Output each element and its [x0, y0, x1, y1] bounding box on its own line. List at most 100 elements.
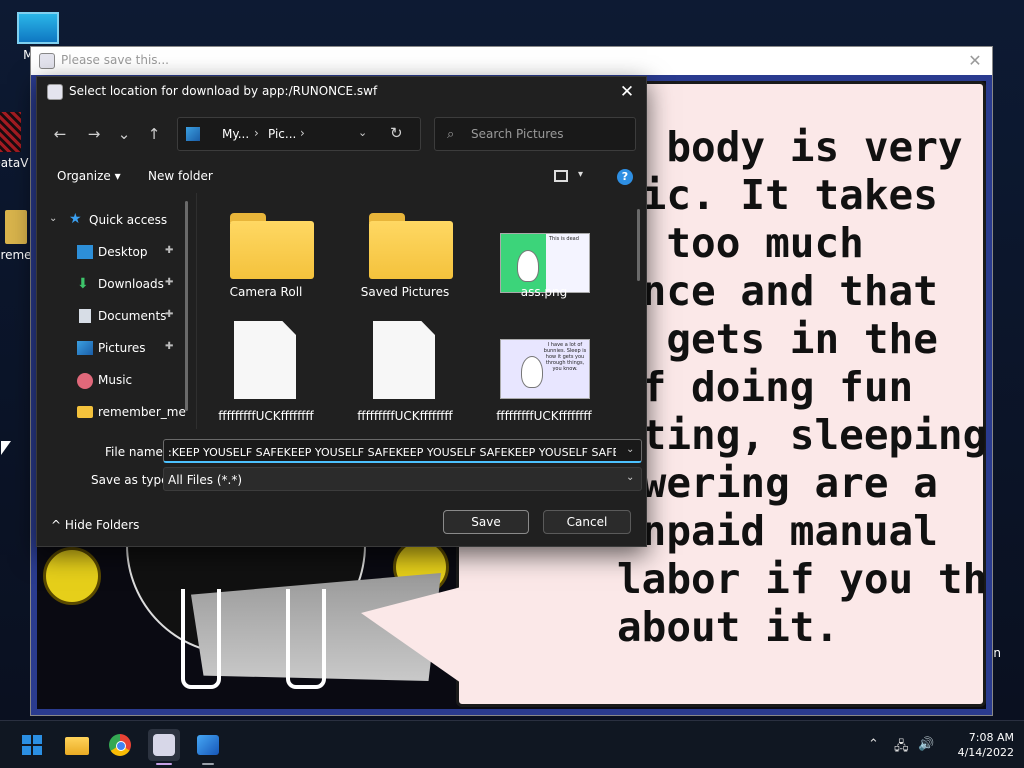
- pin-icon: ✚: [165, 341, 174, 352]
- chevron-down-icon[interactable]: ⌄: [49, 213, 57, 224]
- folder-icon: [77, 406, 93, 418]
- hide-folders-button[interactable]: ^ Hide Folders: [51, 518, 139, 532]
- command-bar: Organize ▾ New folder ▾ ?: [37, 163, 646, 193]
- refresh-icon[interactable]: ↻: [390, 124, 403, 142]
- flash-close-button[interactable]: ✕: [962, 49, 988, 73]
- dialog-title: Select location for download by app:/RUN…: [69, 84, 378, 98]
- chevron-down-icon[interactable]: ⌄: [358, 126, 367, 139]
- photos-icon: [197, 735, 219, 755]
- breadcrumb-separator: ›: [254, 126, 259, 140]
- pin-icon: ✚: [165, 277, 174, 288]
- sidebar-item-label: Quick access: [89, 213, 168, 227]
- file-item-folder[interactable]: Saved Pictures: [345, 193, 465, 303]
- address-bar[interactable]: My... › Pic... › ⌄ ↻: [177, 117, 421, 151]
- sidebar-item-label: Downloads: [98, 277, 164, 291]
- taskbar-chrome[interactable]: [104, 729, 136, 761]
- sidebar-item-remember-me[interactable]: remember_me: [37, 397, 186, 427]
- search-input[interactable]: [471, 125, 621, 143]
- chrome-icon: [109, 734, 131, 756]
- pin-icon: ✚: [165, 309, 174, 320]
- sidebar-item-label: Pictures: [98, 341, 146, 355]
- clock[interactable]: 7:08 AM 4/14/2022: [944, 730, 1014, 760]
- file-name-input[interactable]: [168, 443, 616, 461]
- taskbar-flash-player[interactable]: [148, 729, 180, 765]
- taskbar-photos[interactable]: [192, 729, 224, 765]
- recent-locations-button[interactable]: ⌄: [111, 117, 137, 151]
- file-item-label: fffffffffUCKffffffff: [496, 409, 592, 423]
- search-icon: ⌕: [447, 127, 455, 142]
- up-button[interactable]: ↑: [141, 117, 167, 151]
- file-item-label: Saved Pictures: [360, 285, 450, 299]
- volume-icon[interactable]: 🔊: [918, 737, 934, 752]
- show-hidden-icons-button[interactable]: ⌃: [868, 737, 879, 752]
- mouse-cursor-icon: [1, 441, 11, 455]
- forward-button[interactable]: →: [81, 117, 107, 151]
- sidebar-item-label: Desktop: [98, 245, 148, 259]
- sidebar-item-pictures[interactable]: Pictures ✚: [37, 333, 185, 363]
- navigation-scrollbar[interactable]: [185, 201, 188, 411]
- document-icon: [373, 321, 435, 399]
- file-item-image[interactable]: This is dead ass.png: [484, 193, 604, 303]
- file-list-scrollbar[interactable]: [637, 209, 640, 281]
- help-icon[interactable]: ?: [617, 169, 633, 185]
- new-folder-button[interactable]: New folder: [148, 169, 213, 183]
- chevron-down-icon[interactable]: ⌄: [626, 472, 634, 483]
- star-icon: ★: [69, 211, 82, 227]
- breadcrumb-separator[interactable]: ›: [300, 126, 305, 140]
- save-button[interactable]: Save: [443, 510, 529, 534]
- flash-titlebar[interactable]: Please save this... ✕: [31, 47, 992, 75]
- image-thumbnail: I have a lot of bunnies. Sleep is how it…: [500, 339, 590, 399]
- file-item-document[interactable]: fffffffffUCKffffffff: [345, 311, 465, 423]
- bunny-icon: [517, 250, 539, 282]
- file-item-label: Camera Roll: [229, 285, 303, 299]
- sidebar-item-documents[interactable]: Documents ✚: [37, 301, 185, 331]
- running-indicator: [202, 763, 214, 765]
- documents-icon: [79, 309, 91, 323]
- chevron-down-icon[interactable]: ⌄: [626, 444, 634, 455]
- sidebar-item-desktop[interactable]: Desktop ✚: [37, 237, 185, 267]
- dialog-close-button[interactable]: ✕: [614, 80, 640, 104]
- pictures-icon: [77, 341, 93, 355]
- view-options-icon[interactable]: [554, 170, 568, 182]
- sidebar-item-downloads[interactable]: ⬇ Downloads ✚: [37, 269, 185, 299]
- cancel-button[interactable]: Cancel: [543, 510, 631, 534]
- thumbnail-caption: I have a lot of bunnies. Sleep is how it…: [543, 342, 587, 372]
- save-as-type-select[interactable]: All Files (*.*) ⌄: [163, 467, 642, 491]
- save-dialog: Select location for download by app:/RUN…: [36, 76, 647, 547]
- sidebar-item-quick-access[interactable]: ⌄ ★ Quick access: [37, 205, 185, 235]
- start-button[interactable]: [16, 729, 48, 761]
- file-item-image[interactable]: I have a lot of bunnies. Sleep is how it…: [484, 311, 604, 423]
- breadcrumb-item[interactable]: My...: [222, 127, 249, 141]
- clock-time: 7:08 AM: [968, 731, 1014, 744]
- back-button[interactable]: ←: [47, 117, 73, 151]
- thumbnail-caption: This is dead: [549, 236, 579, 242]
- sidebar-item-music[interactable]: Music: [37, 365, 185, 395]
- music-icon: [77, 373, 93, 389]
- dialog-titlebar[interactable]: Select location for download by app:/RUN…: [37, 77, 646, 107]
- app-shortcut-icon: [0, 112, 21, 152]
- sidebar-item-label: Music: [98, 373, 133, 387]
- file-name-combobox[interactable]: ⌄: [163, 439, 642, 463]
- file-item-document[interactable]: fffffffffUCKffffffff: [206, 311, 326, 423]
- network-icon[interactable]: 🖧: [894, 737, 909, 759]
- navigation-pane: ⌄ ★ Quick access Desktop ✚ ⬇ Downloads ✚…: [37, 193, 197, 429]
- sidebar-item-label: Documents: [98, 309, 167, 323]
- search-box[interactable]: ⌕: [434, 117, 636, 151]
- pin-icon: ✚: [165, 245, 174, 256]
- taskbar-file-explorer[interactable]: [60, 729, 92, 761]
- active-indicator: [156, 763, 172, 765]
- folder-icon: [5, 210, 27, 244]
- file-item-folder[interactable]: Camera Roll: [206, 193, 326, 303]
- bunny-icon: [521, 356, 543, 388]
- save-as-type-value: All Files (*.*): [168, 473, 243, 487]
- chevron-down-icon[interactable]: ▾: [578, 169, 583, 180]
- clock-date: 4/14/2022: [957, 746, 1014, 759]
- file-explorer-icon: [65, 737, 89, 755]
- desktop-icon: [77, 245, 93, 259]
- file-item-label: ass.png: [520, 285, 568, 299]
- breadcrumb-item[interactable]: Pic...: [268, 127, 296, 141]
- save-as-type-row: Save as type: All Files (*.*) ⌄: [37, 467, 646, 493]
- organize-button[interactable]: Organize ▾: [57, 169, 121, 183]
- flash-player-icon: [153, 734, 175, 756]
- file-item-label: fffffffffUCKffffffff: [218, 409, 314, 423]
